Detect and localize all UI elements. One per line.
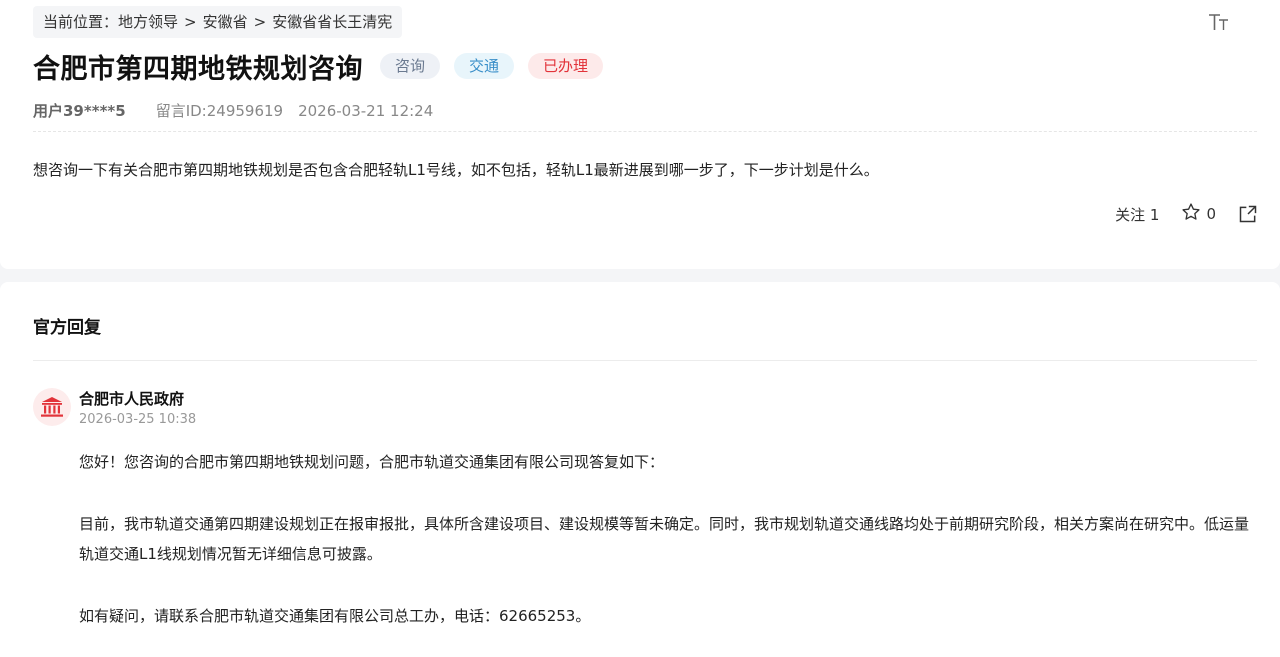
message-actions: 关注 1 0	[1115, 200, 1258, 228]
breadcrumb: 当前位置：地方领导 > 安徽省 > 安徽省省长王清宪	[33, 6, 403, 38]
reply-paragraph: 如有疑问，请联系合肥市轨道交通集团有限公司总工办，电话：62665253。	[79, 607, 591, 625]
page-title: 合肥市第四期地铁规划咨询	[33, 53, 363, 85]
tag-traffic: 交通	[454, 53, 515, 79]
divider	[33, 131, 1257, 132]
reply-datetime: 2026-03-25 10:38	[79, 412, 197, 427]
message-card: 当前位置：地方领导 > 安徽省 > 安徽省省长王清宪 合肥市第四期地铁规划咨询 咨询 交…	[0, 0, 1280, 269]
star-outline-icon	[1181, 202, 1206, 226]
government-building-icon	[33, 388, 71, 426]
user-name: 用户39****5	[33, 102, 126, 120]
reply-paragraph: 目前，我市轨道交通第四期建设规划正在报审报批，具体所含建设项目、建设规模等暂未确…	[79, 515, 1250, 563]
breadcrumb-separator: >	[253, 13, 267, 31]
breadcrumb-prefix: 当前位置：	[43, 13, 119, 31]
breadcrumb-item-province[interactable]: 安徽省	[203, 6, 248, 38]
breadcrumb-separator: >	[184, 13, 197, 31]
reply-card: 官方回复 合肥市人民政府 2026-03-25 10:38 您好！您咨询的合肥市…	[0, 282, 1280, 657]
message-id: 留言ID:24959619	[155, 102, 284, 120]
follow-button[interactable]: 关注 1	[1115, 204, 1159, 225]
share-icon[interactable]	[1238, 204, 1258, 224]
message-datetime: 2026-03-21 12:24	[298, 102, 434, 120]
breadcrumb-item-governor[interactable]: 安徽省省长王清宪	[272, 6, 392, 38]
reply-heading: 官方回复	[33, 318, 101, 338]
reply-body: 您好！您咨询的合肥市第四期地铁规划问题，合肥市轨道交通集团有限公司现答复如下： …	[79, 447, 1259, 631]
tag-consult: 咨询	[380, 53, 441, 79]
font-size-icon[interactable]	[1206, 10, 1232, 34]
breadcrumb-item-local-leaders[interactable]: 地方领导	[118, 6, 178, 38]
reply-org-name: 合肥市人民政府	[79, 390, 185, 408]
star-count: 0	[1206, 205, 1216, 223]
message-content: 想咨询一下有关合肥市第四期地铁规划是否包含合肥轻轨L1号线，如不包括，轻轨L1最…	[33, 161, 879, 179]
status-badge: 已办理	[528, 53, 604, 79]
reply-paragraph: 您好！您咨询的合肥市第四期地铁规划问题，合肥市轨道交通集团有限公司现答复如下：	[79, 453, 665, 471]
star-button[interactable]: 0	[1181, 202, 1216, 226]
title-row: 合肥市第四期地铁规划咨询 咨询 交通 已办理	[33, 46, 604, 86]
divider	[33, 360, 1257, 361]
message-meta: 用户39****5 留言ID:24959619 2026-03-21 12:24	[33, 99, 433, 123]
